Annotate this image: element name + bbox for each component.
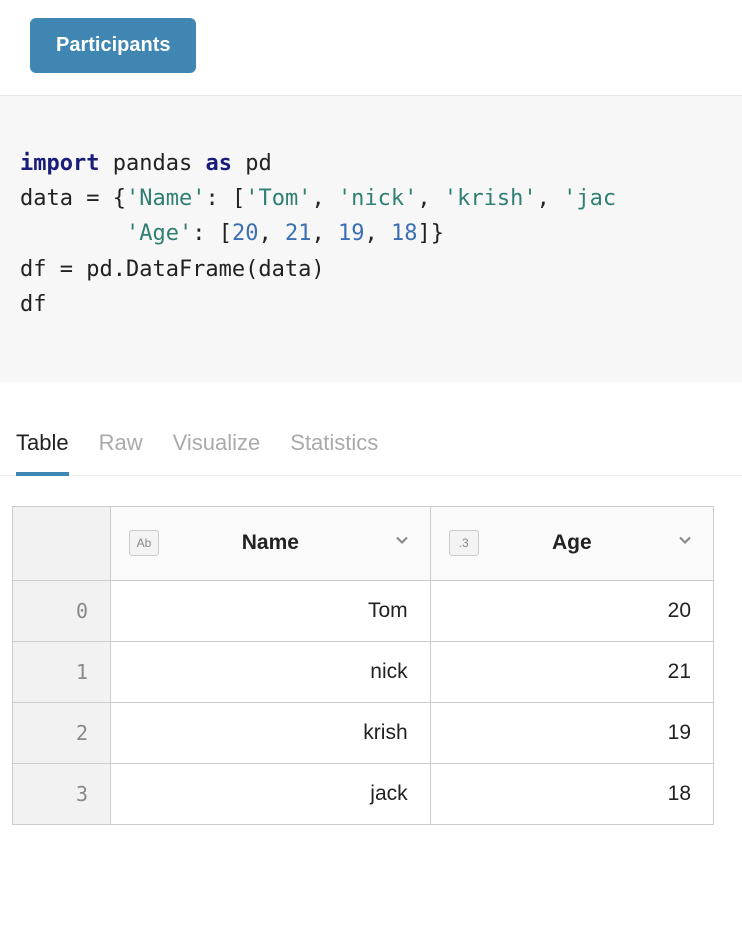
cell-name: krish — [111, 702, 431, 763]
tab-statistics[interactable]: Statistics — [290, 430, 378, 475]
code-text: , — [311, 221, 338, 246]
table-row: 2 krish 19 — [13, 702, 714, 763]
code-string: 'Tom' — [245, 186, 311, 211]
cell-age: 18 — [430, 763, 713, 824]
code-text — [20, 221, 126, 246]
cell-age: 21 — [430, 641, 713, 702]
column-header-name[interactable]: Ab Name — [111, 506, 431, 580]
cell-name: jack — [111, 763, 431, 824]
cell-age: 20 — [430, 580, 713, 641]
tab-visualize[interactable]: Visualize — [173, 430, 261, 475]
code-text: , — [364, 221, 391, 246]
code-text: , — [311, 186, 338, 211]
code-string: 'Name' — [126, 186, 205, 211]
code-number: 21 — [285, 221, 312, 246]
column-name: Name — [159, 531, 382, 555]
type-badge-string-icon: Ab — [129, 530, 159, 556]
table-row: 3 jack 18 — [13, 763, 714, 824]
code-text: df — [20, 292, 47, 317]
code-string: 'nick' — [338, 186, 417, 211]
code-string: 'Age' — [126, 221, 192, 246]
code-keyword: as — [205, 151, 232, 176]
table-output: Ab Name .3 Age — [0, 476, 742, 825]
column-name: Age — [479, 531, 665, 555]
index-header — [13, 506, 111, 580]
code-number: 19 — [338, 221, 365, 246]
column-header-age[interactable]: .3 Age — [430, 506, 713, 580]
code-text: : [ — [192, 221, 232, 246]
code-text: , — [537, 186, 564, 211]
code-string: 'jac — [563, 186, 616, 211]
tab-table[interactable]: Table — [16, 430, 69, 476]
top-toolbar: Participants — [0, 0, 742, 96]
dataframe-table: Ab Name .3 Age — [12, 506, 714, 825]
code-text: pandas — [99, 151, 205, 176]
row-index: 2 — [13, 702, 111, 763]
type-badge-number-icon: .3 — [449, 530, 479, 556]
code-text: ]} — [417, 221, 444, 246]
tab-raw[interactable]: Raw — [99, 430, 143, 475]
participants-button[interactable]: Participants — [30, 18, 196, 73]
code-text: : [ — [205, 186, 245, 211]
code-text: df = pd.DataFrame(data) — [20, 257, 325, 282]
code-number: 18 — [391, 221, 418, 246]
row-index: 1 — [13, 641, 111, 702]
table-row: 0 Tom 20 — [13, 580, 714, 641]
code-text: , — [258, 221, 285, 246]
table-row: 1 nick 21 — [13, 641, 714, 702]
code-cell[interactable]: import pandas as pd data = {'Name': ['To… — [0, 96, 742, 382]
cell-name: nick — [111, 641, 431, 702]
code-keyword: import — [20, 151, 99, 176]
cell-age: 19 — [430, 702, 713, 763]
code-string: 'krish' — [444, 186, 537, 211]
chevron-down-icon[interactable] — [392, 530, 412, 556]
chevron-down-icon[interactable] — [675, 530, 695, 556]
code-number: 20 — [232, 221, 259, 246]
code-text: , — [417, 186, 444, 211]
cell-name: Tom — [111, 580, 431, 641]
code-text: data = { — [20, 186, 126, 211]
row-index: 3 — [13, 763, 111, 824]
row-index: 0 — [13, 580, 111, 641]
code-text: pd — [232, 151, 272, 176]
output-tabs: Table Raw Visualize Statistics — [0, 382, 742, 476]
